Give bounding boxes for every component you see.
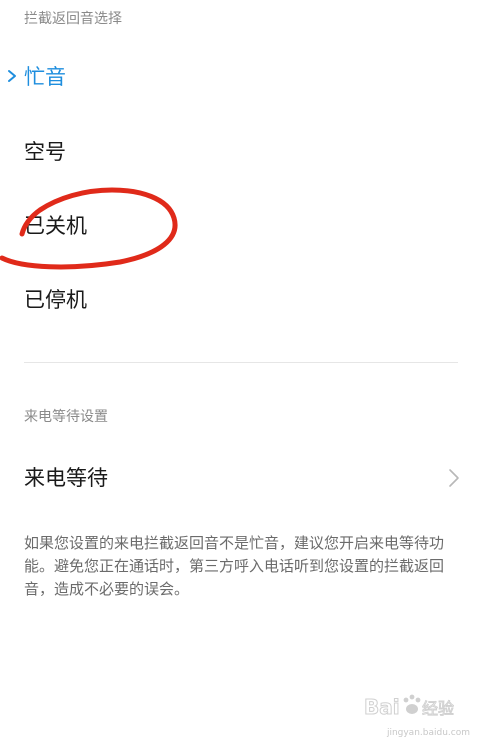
option-empty-number[interactable]: 空号 [0,123,480,179]
option-label: 忙音 [24,65,66,89]
chevron-right-icon [449,469,459,487]
check-icon [8,70,16,82]
section-header-intercept-reply: 拦截返回音选择 [24,11,122,27]
section-header-call-waiting: 来电等待设置 [24,409,108,425]
baidu-jingyan-watermark: Bai 经验 jingyan.baidu.com [362,692,472,739]
option-label: 已停机 [24,288,87,312]
call-waiting-description: 如果您设置的来电拦截返回音不是忙音，建议您开启来电等待功能。避免您正在通话时，第… [24,534,445,598]
call-waiting-label: 来电等待 [24,466,108,490]
option-label: 已关机 [24,214,87,238]
option-label: 空号 [24,140,66,164]
svg-text:经验: 经验 [422,699,454,718]
option-busy-tone[interactable]: 忙音 [0,48,480,104]
baidu-logo-icon: Bai 经验 [364,695,455,720]
option-powered-off[interactable]: 已关机 [0,197,480,253]
section-divider [24,362,458,363]
option-suspended[interactable]: 已停机 [0,271,480,327]
svg-text:Bai: Bai [364,695,400,719]
watermark-url: jingyan.baidu.com [386,728,470,738]
call-waiting-row[interactable]: 来电等待 [0,448,480,506]
